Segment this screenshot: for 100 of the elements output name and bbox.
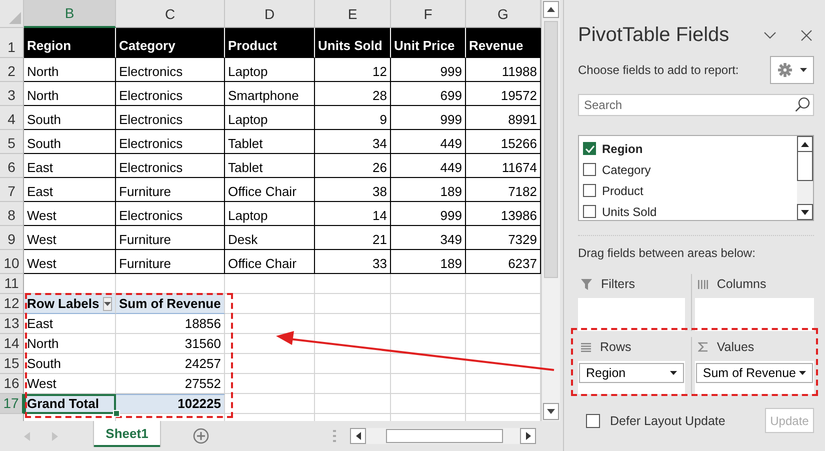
field-dropdown[interactable]: Sum of Revenue <box>696 363 813 383</box>
sigma-icon <box>698 342 708 352</box>
scroll-down-button[interactable] <box>797 204 813 220</box>
fill-handle[interactable] <box>113 410 120 417</box>
pivot-cell: East <box>24 314 116 334</box>
settings-button[interactable] <box>770 56 814 84</box>
triangle-up-icon <box>801 142 809 146</box>
table-cell: North <box>24 82 116 106</box>
splitter-handle[interactable] <box>333 430 336 442</box>
pivot-cell: 31560 <box>116 334 225 354</box>
column-header[interactable]: D <box>225 0 315 28</box>
table-cell: 999 <box>391 106 466 130</box>
table-cell: 12 <box>315 58 391 82</box>
row-number[interactable]: 11 <box>0 274 24 294</box>
area-label: Columns <box>716 277 766 291</box>
drop-area[interactable]: Sum of Revenue <box>694 361 814 394</box>
checkbox[interactable] <box>583 205 596 218</box>
table-cell: West <box>24 226 116 250</box>
scroll-right-button[interactable] <box>520 428 536 444</box>
row-number[interactable]: 12 <box>0 294 24 314</box>
table-cell: 449 <box>391 130 466 154</box>
instruction-text: Drag fields between areas below: <box>578 235 814 260</box>
row-number[interactable]: 3 <box>0 82 24 106</box>
table-cell: 999 <box>391 58 466 82</box>
pivot-total-cell: Grand Total <box>24 394 116 414</box>
row-number[interactable]: 10 <box>0 250 24 274</box>
field-label[interactable]: Product <box>602 184 644 198</box>
triangle-left-icon <box>356 432 360 440</box>
table-cell: 34 <box>315 130 391 154</box>
table-cell: 189 <box>391 178 466 202</box>
area-label: Filters <box>601 277 636 291</box>
table-cell: 28 <box>315 82 391 106</box>
table-cell: 38 <box>315 178 391 202</box>
table-cell: 699 <box>391 82 466 106</box>
search-icon <box>795 97 810 112</box>
drop-area[interactable]: Region <box>578 361 685 394</box>
row-number[interactable]: 17 <box>0 394 24 414</box>
pivot-cell: 24257 <box>116 354 225 374</box>
row-number[interactable]: 9 <box>0 226 24 250</box>
table-cell: Office Chair <box>225 250 315 274</box>
row-number[interactable]: 14 <box>0 334 24 354</box>
scroll-up-button[interactable] <box>797 136 813 152</box>
close-icon[interactable] <box>801 30 812 40</box>
scroll-left-button[interactable] <box>350 428 366 444</box>
search-field[interactable]: Search <box>578 94 814 116</box>
field-label[interactable]: Category <box>602 162 651 176</box>
column-header[interactable]: G <box>466 0 541 28</box>
table-cell: Laptop <box>225 202 315 226</box>
table-cell: Smartphone <box>225 82 315 106</box>
pivot-header-cell: Sum of Revenue <box>116 294 225 314</box>
table-header-cell: Unit Price <box>391 28 466 58</box>
scrollbar-thumb[interactable] <box>797 152 813 181</box>
checkbox[interactable] <box>583 163 596 176</box>
columns-icon <box>698 280 708 288</box>
checkbox[interactable] <box>583 184 596 197</box>
checkbox[interactable] <box>586 414 600 428</box>
row-number[interactable]: 7 <box>0 178 24 202</box>
rows-icon <box>581 342 591 352</box>
column-header[interactable]: F <box>391 0 466 28</box>
row-number[interactable]: 5 <box>0 130 24 154</box>
table-cell: 26 <box>315 154 391 178</box>
table-cell: 189 <box>391 250 466 274</box>
row-number[interactable]: 16 <box>0 374 24 394</box>
table-cell: Electronics <box>116 202 225 226</box>
pivot-cell: South <box>24 354 116 374</box>
scroll-up-button[interactable] <box>543 1 559 18</box>
field-dropdown[interactable]: Region <box>579 363 684 383</box>
row-number[interactable]: 4 <box>0 106 24 130</box>
column-header[interactable]: B <box>24 0 116 28</box>
table-header-cell: Product <box>225 28 315 58</box>
drop-area[interactable] <box>694 298 814 331</box>
drop-area[interactable] <box>578 298 685 331</box>
table-cell: East <box>24 178 116 202</box>
pivot-cell: 18856 <box>116 314 225 334</box>
header-text: Row Labels <box>27 296 100 311</box>
table-cell: Furniture <box>116 250 225 274</box>
row-number[interactable]: 13 <box>0 314 24 334</box>
field-label[interactable]: Units Sold <box>602 204 657 218</box>
checkbox[interactable] <box>583 142 596 155</box>
table-cell: 14 <box>315 202 391 226</box>
table-cell: West <box>24 250 116 274</box>
checkbox-label[interactable]: Defer Layout Update <box>610 414 765 428</box>
row-number[interactable]: 6 <box>0 154 24 178</box>
table-cell: 349 <box>391 226 466 250</box>
column-header[interactable]: E <box>315 0 391 28</box>
scroll-down-button[interactable] <box>543 403 559 420</box>
field-label[interactable]: Region <box>602 142 643 156</box>
filter-dropdown-button[interactable] <box>103 297 112 311</box>
sheet-tab[interactable]: Sheet1 <box>94 421 160 447</box>
row-number[interactable]: 8 <box>0 202 24 226</box>
row-number[interactable]: 2 <box>0 58 24 82</box>
table-cell: South <box>24 130 116 154</box>
scrollbar-thumb[interactable] <box>386 429 503 443</box>
add-sheet-icon[interactable] <box>193 428 209 444</box>
chevron-down-icon[interactable] <box>764 32 776 38</box>
row-number[interactable]: 15 <box>0 354 24 374</box>
table-cell: 999 <box>391 202 466 226</box>
row-number[interactable]: 1 <box>0 28 24 58</box>
column-header[interactable]: C <box>116 0 225 28</box>
area-label: Rows <box>600 340 632 354</box>
